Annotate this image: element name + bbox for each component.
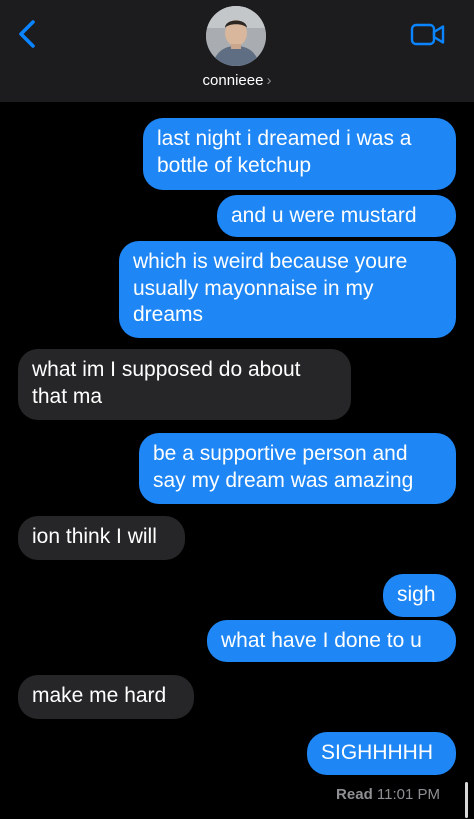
sent-message-bubble[interactable]: which is weird because youre usually may… (119, 241, 456, 338)
message-thread: last night i dreamed i was a bottle of k… (0, 0, 474, 819)
received-message-bubble[interactable]: ion think I will (18, 516, 185, 560)
sent-message-bubble[interactable]: SIGHHHHH (307, 732, 456, 775)
sent-message-bubble[interactable]: last night i dreamed i was a bottle of k… (143, 118, 456, 190)
read-receipt: Read 11:01 PM (336, 786, 440, 803)
read-label: Read (336, 786, 373, 803)
received-message-bubble[interactable]: what im I supposed do about that ma (18, 349, 351, 420)
sent-message-bubble[interactable]: be a supportive person and say my dream … (139, 433, 456, 504)
sent-message-bubble[interactable]: sigh (383, 574, 456, 617)
received-message-bubble[interactable]: make me hard (18, 675, 194, 719)
sent-message-bubble[interactable]: and u were mustard (217, 195, 456, 237)
scrollbar[interactable] (465, 782, 468, 818)
read-time: 11:01 PM (376, 786, 440, 803)
sent-message-bubble[interactable]: what have I done to u (207, 620, 456, 662)
